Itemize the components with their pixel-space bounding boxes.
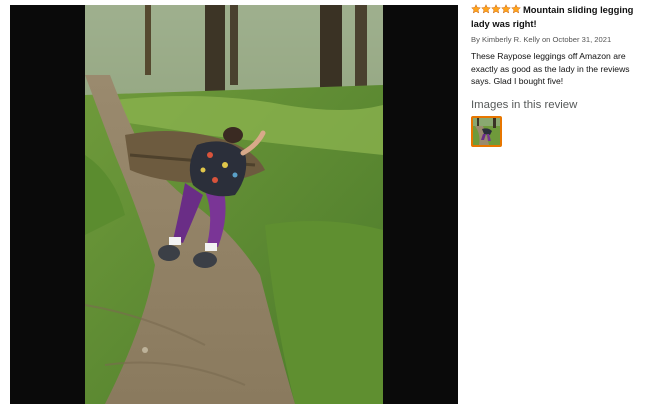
star-icon [491, 4, 501, 14]
byline-prefix: By [471, 35, 480, 44]
star-icon [511, 4, 521, 14]
review-image-thumbnail[interactable] [471, 115, 502, 147]
review-author[interactable]: Kimberly R. Kelly [482, 35, 540, 44]
review-photo[interactable] [85, 5, 383, 404]
images-heading: Images in this review [471, 98, 578, 111]
review-byline: By Kimberly R. Kelly on October 31, 2021 [471, 35, 643, 44]
star-rating [471, 4, 521, 17]
review-image-popover: Mountain sliding legging lady was right!… [0, 0, 650, 408]
image-viewer [10, 5, 458, 404]
thumbnail-graphic [473, 117, 500, 145]
review-photo-graphic [85, 5, 383, 404]
star-icon [501, 4, 511, 14]
star-icon [481, 4, 491, 14]
star-icon [471, 4, 481, 14]
review-panel: Mountain sliding legging lady was right!… [471, 3, 643, 147]
review-title-row: Mountain sliding legging lady was right! [471, 3, 643, 30]
review-date: October 31, 2021 [552, 35, 612, 44]
review-body: These Raypose leggings off Amazon are ex… [471, 51, 630, 87]
date-prefix: on [541, 35, 551, 44]
